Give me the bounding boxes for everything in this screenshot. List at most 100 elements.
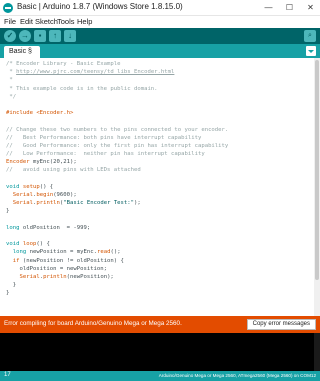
code-token: myEnc(20,21);: [29, 159, 77, 166]
code-line[interactable]: // Best Performance: both pins have inte…: [6, 134, 314, 142]
code-line[interactable]: long oldPosition = -999;: [6, 224, 314, 232]
code-token: Serial: [19, 273, 40, 280]
code-line[interactable]: * http://www.pjrc.com/teensy/td_libs_Enc…: [6, 68, 314, 76]
menu-help[interactable]: Help: [77, 17, 92, 26]
code-line[interactable]: [6, 232, 314, 240]
code-line[interactable]: if (newPosition != oldPosition) {: [6, 257, 314, 265]
menu-sketch[interactable]: Sketch: [35, 17, 58, 26]
code-token: // avoid using pins with LEDs attached: [6, 167, 141, 174]
code-token: Serial: [12, 192, 33, 198]
code-line[interactable]: }: [6, 207, 314, 215]
window-title: Basic | Arduino 1.8.7 (Windows Store 1.8…: [17, 2, 183, 11]
code-token: }: [6, 290, 10, 297]
code-token: http://www.pjrc.com/teensy/td_libs_Encod…: [16, 69, 175, 76]
code-token: setup: [22, 183, 40, 190]
code-line[interactable]: void setup() {: [6, 183, 314, 191]
code-token: // Best Performance: both pins have inte…: [6, 134, 202, 141]
new-sketch-button[interactable]: ▪: [34, 30, 46, 42]
tab-bar: Basic §: [0, 44, 320, 58]
code-line[interactable]: /* Encoder Library - Basic Example: [6, 60, 314, 68]
code-line[interactable]: Serial.println("Basic Encoder Test:");: [6, 199, 314, 207]
console-scrollbar[interactable]: [314, 333, 320, 371]
code-token: oldPosition = -999;: [19, 224, 91, 231]
maximize-button[interactable]: ☐: [281, 0, 298, 16]
menu-tools[interactable]: Tools: [57, 17, 75, 26]
copy-error-messages-button[interactable]: Copy error messages: [246, 319, 316, 330]
verify-button[interactable]: ✓: [4, 30, 16, 42]
code-line[interactable]: */: [6, 93, 314, 101]
code-line[interactable]: // avoid using pins with LEDs attached: [6, 166, 314, 174]
code-line[interactable]: // Change these two numbers to the pins …: [6, 126, 314, 134]
code-token: println: [36, 200, 60, 207]
code-token: loop: [22, 241, 37, 248]
code-token: // Low Performance: neither pin has inte…: [6, 151, 205, 158]
code-line[interactable]: [6, 216, 314, 224]
menu-bar: File Edit Sketch Tools Help: [0, 16, 320, 28]
code-line[interactable]: // Low Performance: neither pin has inte…: [6, 150, 314, 158]
code-token: *: [6, 77, 13, 84]
code-line[interactable]: }: [6, 281, 314, 289]
code-line[interactable]: }: [6, 289, 314, 297]
code-line[interactable]: void loop() {: [6, 240, 314, 248]
code-editor[interactable]: /* Encoder Library - Basic Example * htt…: [0, 58, 320, 316]
open-sketch-button[interactable]: ↑: [49, 30, 61, 42]
code-token: begin: [36, 192, 54, 198]
code-token: long: [12, 249, 27, 256]
minimize-button[interactable]: —: [260, 0, 277, 16]
console-output[interactable]: [0, 333, 320, 371]
code-token: */: [6, 93, 17, 100]
code-line[interactable]: oldPosition = newPosition;: [6, 265, 314, 273]
serial-monitor-button[interactable]: ⌕: [304, 30, 316, 42]
close-button[interactable]: ✕: [302, 0, 319, 16]
code-token: if: [12, 257, 20, 264]
code-token: // Change these two numbers to the pins …: [6, 126, 229, 133]
code-token: (9600);: [53, 192, 77, 198]
code-line[interactable]: Serial.println(newPosition);: [6, 273, 314, 281]
code-line[interactable]: [6, 101, 314, 109]
code-token: Encoder: [6, 159, 30, 166]
code-line[interactable]: * This example code is in the public dom…: [6, 85, 314, 93]
code-token: /* Encoder Library - Basic Example: [6, 61, 121, 67]
code-token: Serial: [12, 200, 33, 207]
code-line[interactable]: long newPosition = myEnc.read();: [6, 248, 314, 256]
editor-scroll-thumb[interactable]: [315, 60, 319, 280]
code-line[interactable]: // Good Performance: only the first pin …: [6, 142, 314, 150]
code-line[interactable]: *: [6, 76, 314, 84]
code-token: #include: [6, 110, 37, 117]
code-token: }: [6, 282, 17, 289]
code-text[interactable]: /* Encoder Library - Basic Example * htt…: [6, 60, 314, 297]
code-token: );: [134, 200, 141, 207]
code-token: *: [6, 69, 17, 76]
code-token: <Encoder.h>: [36, 110, 74, 117]
bottom-status-bar: 17 Arduino/Genuino Mega or Mega 2560, AT…: [0, 371, 320, 381]
code-line[interactable]: [6, 175, 314, 183]
menu-edit[interactable]: Edit: [20, 17, 33, 26]
menu-file[interactable]: File: [4, 17, 16, 26]
code-token: }: [6, 208, 10, 215]
code-line[interactable]: Encoder myEnc(20,21);: [6, 158, 314, 166]
upload-button[interactable]: →: [19, 30, 31, 42]
code-line[interactable]: Serial.begin(9600);: [6, 191, 314, 199]
code-token: long: [6, 224, 20, 231]
code-line[interactable]: [6, 117, 314, 125]
save-sketch-button[interactable]: ↓: [64, 30, 76, 42]
code-line[interactable]: #include <Encoder.h>: [6, 109, 314, 117]
editor-scrollbar[interactable]: [314, 58, 320, 316]
error-message: Error compiling for board Arduino/Genuin…: [4, 320, 182, 327]
code-token: (newPosition);: [66, 273, 114, 280]
code-token: ();: [110, 249, 121, 256]
error-status-bar: Error compiling for board Arduino/Genuin…: [0, 316, 320, 333]
toolbar: ✓ → ▪ ↑ ↓ ⌕: [0, 28, 320, 44]
code-token: oldPosition = newPosition;: [6, 265, 108, 272]
code-token: () {: [36, 241, 50, 248]
code-token: void: [6, 183, 20, 190]
code-token: "Basic Encoder Test:": [63, 200, 135, 207]
tab-basic[interactable]: Basic §: [4, 46, 40, 58]
tab-menu-button[interactable]: [306, 46, 316, 56]
code-token: (newPosition != oldPosition) {: [19, 257, 124, 264]
code-token: * This example code is in the public dom…: [6, 85, 158, 92]
